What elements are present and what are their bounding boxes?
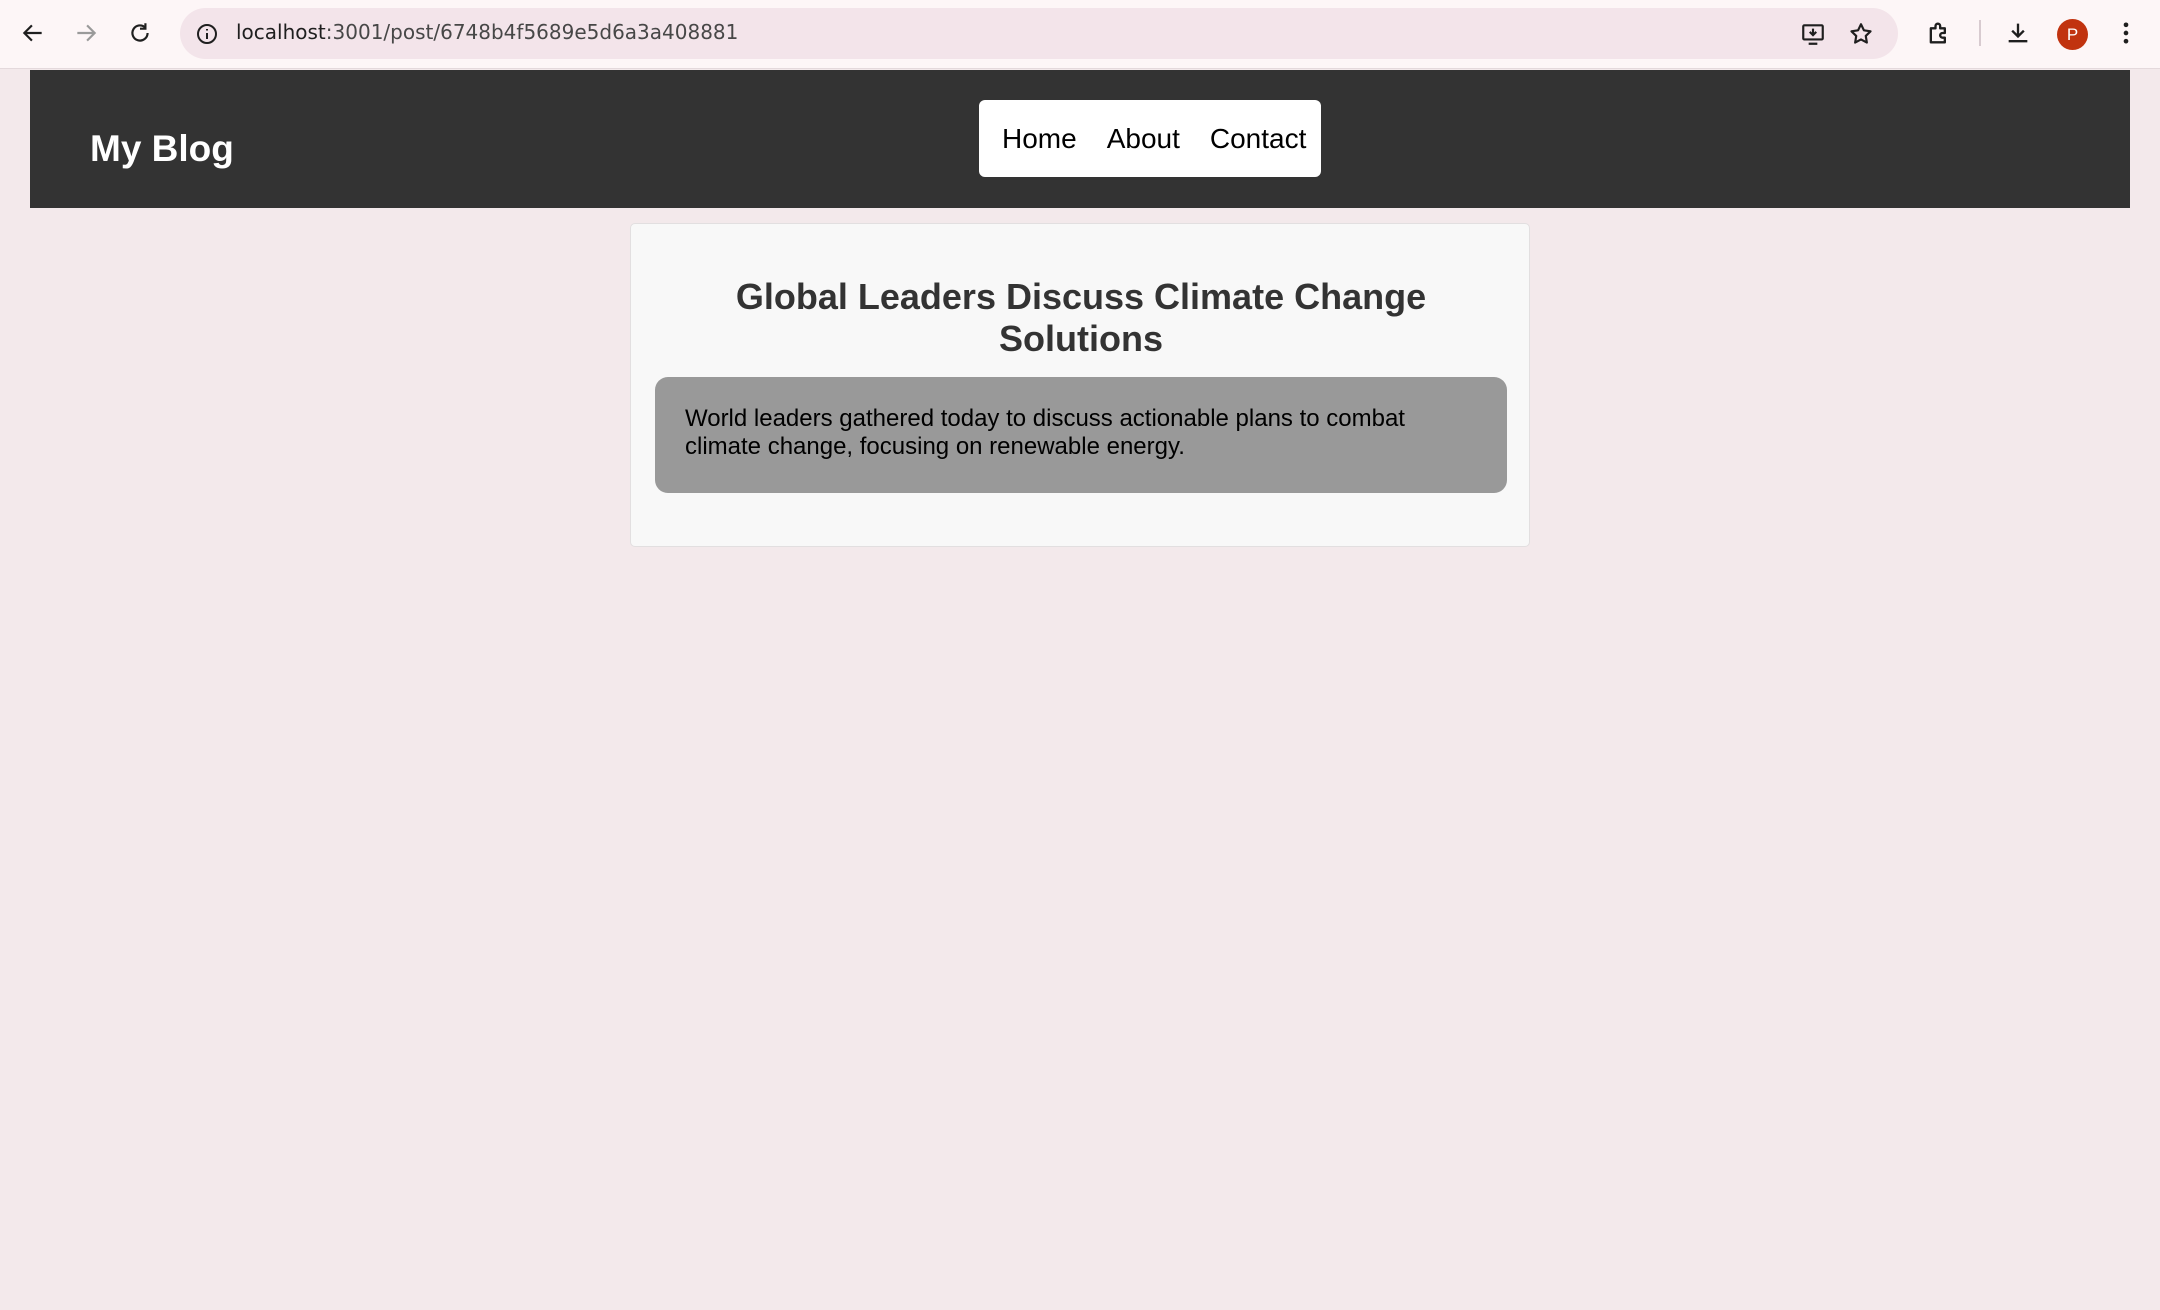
profile-initial: P <box>2066 24 2079 44</box>
extensions-button[interactable] <box>1921 15 1957 51</box>
site-header: My Blog Home About Contact <box>30 70 2130 208</box>
bookmark-button[interactable] <box>1846 19 1876 49</box>
reload-button[interactable] <box>120 13 160 53</box>
site-info-button[interactable] <box>192 19 221 48</box>
post-content-box: World leaders gathered today to discuss … <box>655 377 1507 493</box>
address-bar[interactable]: localhost:3001/post/6748b4f5689e5d6a3a40… <box>180 8 1898 59</box>
nav-link-about[interactable]: About <box>1107 123 1180 155</box>
nav-link-home[interactable]: Home <box>1002 123 1077 155</box>
site-logo: My Blog <box>90 128 234 169</box>
puzzle-icon <box>1929 22 1946 44</box>
post-card: Global Leaders Discuss Climate Change So… <box>630 223 1530 547</box>
browser-menu-button[interactable] <box>2108 15 2144 51</box>
url-host: localhost <box>236 20 326 44</box>
forward-arrow-icon <box>77 24 97 42</box>
star-icon <box>1850 23 1872 44</box>
kebab-menu-icon <box>2123 22 2129 44</box>
toolbar-divider <box>1979 20 1981 46</box>
site-info-icon <box>196 23 217 44</box>
back-button[interactable] <box>13 13 53 53</box>
profile-avatar[interactable]: P <box>2057 19 2088 50</box>
downloads-button[interactable] <box>2000 15 2036 51</box>
forward-button[interactable] <box>66 13 106 53</box>
main-nav: Home About Contact <box>979 100 1321 177</box>
reload-icon <box>131 23 149 42</box>
url-path: :3001/post/6748b4f5689e5d6a3a408881 <box>325 20 739 44</box>
download-icon <box>2008 23 2028 43</box>
nav-link-contact[interactable]: Contact <box>1210 123 1307 155</box>
back-arrow-icon <box>22 24 42 42</box>
post-title: Global Leaders Discuss Climate Change So… <box>735 276 1427 359</box>
post-content: World leaders gathered today to discuss … <box>685 405 1405 460</box>
url-text[interactable]: localhost:3001/post/6748b4f5689e5d6a3a40… <box>236 20 738 44</box>
browser-toolbar: localhost:3001/post/6748b4f5689e5d6a3a40… <box>0 0 2160 69</box>
install-app-icon <box>1802 24 1824 45</box>
install-app-button[interactable] <box>1798 19 1828 49</box>
